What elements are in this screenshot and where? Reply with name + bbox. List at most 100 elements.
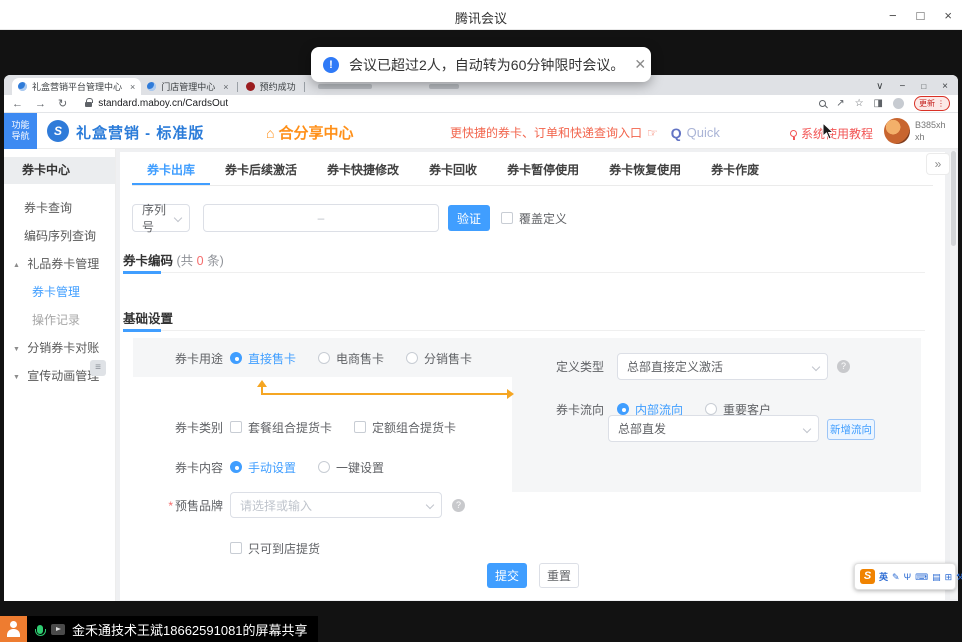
checkbox-store-pickup-only[interactable] (230, 542, 242, 554)
tab-card-activate[interactable]: 券卡后续激活 (210, 156, 312, 185)
sidebar-item-card-mgmt[interactable]: 券卡管理 (4, 278, 115, 306)
browser-minimize-icon[interactable]: − (899, 81, 905, 92)
toast-message: 会议已超过2人，自动转为60分钟限时会议。 (349, 55, 624, 75)
tab-separator (304, 82, 305, 92)
chrome-update-button[interactable]: 更新 ⋮ (914, 96, 950, 111)
radio-ecommerce-sale[interactable] (318, 352, 330, 364)
webapp-page: 功能 导航 S 礼盒营销 - 标准版 ⌂ 合分享中心 更快捷的券卡、订单和快递查… (4, 113, 958, 601)
tab-card-recycle[interactable]: 券卡回收 (414, 156, 492, 185)
browser-addressbar: ← → ↻ standard.maboy.cn/CardsOut ↗ ☆ ◨ 更… (4, 95, 958, 113)
chevron-down-icon (803, 425, 811, 433)
radio-vip-customer[interactable] (705, 403, 717, 415)
zoom-icon[interactable] (819, 100, 826, 107)
tab-card-void[interactable]: 券卡作废 (696, 156, 774, 185)
browser-close-icon[interactable]: × (942, 81, 948, 92)
forward-icon[interactable]: → (35, 98, 46, 110)
keyboard-icon[interactable]: ⌨ (915, 572, 928, 582)
serial-range-input[interactable] (203, 204, 439, 232)
toolbox-icon[interactable]: ⚒ (956, 572, 962, 582)
url-text[interactable]: standard.maboy.cn/CardsOut (98, 98, 228, 109)
bulb-icon (790, 130, 797, 137)
tab-close-icon[interactable]: × (130, 82, 135, 92)
quick-entry-link[interactable]: 更快捷的券卡、订单和快递查询入口 ☞ Q Quick (450, 124, 720, 141)
triangle-up-icon: ▲ (13, 252, 20, 280)
sidebar-collapse-handle[interactable]: ≡ (90, 360, 106, 376)
bookmark-star-icon[interactable]: ☆ (855, 98, 864, 109)
define-type-select[interactable]: 总部直接定义激活 (617, 353, 828, 380)
reload-icon[interactable]: ↻ (58, 97, 67, 110)
serial-input-row: 序列号 验证 覆盖定义 (132, 204, 567, 232)
tab-search-icon[interactable]: ∨ (876, 81, 883, 92)
triangle-down-icon: ▼ (13, 364, 20, 392)
tab-label: 礼盒营销平台管理中心 (32, 80, 122, 93)
tab-card-resume[interactable]: 券卡恢复使用 (594, 156, 696, 185)
active-indicator (123, 329, 161, 332)
help-icon[interactable]: ? (837, 360, 850, 373)
voice-input-icon[interactable]: Ψ (904, 572, 912, 582)
required-asterisk: * (168, 499, 173, 513)
tab-card-outbound[interactable]: 券卡出库 (132, 156, 210, 185)
minimize-icon[interactable]: − (889, 8, 897, 23)
help-icon[interactable]: ? (452, 499, 465, 512)
radio-one-click-setup[interactable] (318, 461, 330, 473)
checkbox-combo-pickup-card[interactable] (230, 421, 242, 433)
sidebar-item-code-sequence-query[interactable]: 编码序列查询 (4, 222, 115, 250)
sidebar-group-gift-card-mgmt[interactable]: ▲ 礼品券卡管理 (4, 250, 115, 278)
reset-button[interactable]: 重置 (539, 563, 579, 588)
toast-close-icon[interactable]: ✕ (634, 56, 646, 73)
sidebar-group-distribution-reconcile[interactable]: ▼ 分销券卡对账 (4, 334, 115, 362)
add-flow-button[interactable]: 新增流向 (827, 419, 875, 440)
tab-card-suspend[interactable]: 券卡暂停使用 (492, 156, 594, 185)
browser-tab-2[interactable]: 门店管理中心 × (141, 78, 234, 95)
browser-tab-1[interactable]: 礼盒营销平台管理中心 × (12, 78, 141, 95)
browser-maximize-icon[interactable]: □ (921, 82, 926, 91)
share-center-link[interactable]: ⌂ 合分享中心 (266, 122, 353, 143)
form-footer: 提交 重置 (487, 563, 579, 588)
flow-select[interactable]: 总部直发 (608, 415, 819, 442)
tab-card-quick-edit[interactable]: 券卡快捷修改 (312, 156, 414, 185)
sidebar-item-operation-log[interactable]: 操作记录 (4, 306, 115, 334)
split-view-icon[interactable]: ◨ (874, 98, 883, 109)
serial-type-select[interactable]: 序列号 (132, 204, 190, 232)
overwrite-checkbox[interactable] (501, 212, 513, 224)
back-icon[interactable]: ← (12, 98, 23, 110)
settings-section-title: 基础设置 (123, 308, 173, 327)
browser-tab-3[interactable]: 预约成功 (240, 78, 302, 95)
tab-close-icon[interactable]: × (223, 82, 228, 92)
radio-direct-sale[interactable] (230, 352, 242, 364)
handwriting-icon[interactable]: ✎ (892, 572, 900, 582)
profile-avatar[interactable] (893, 98, 904, 109)
sidebar-item-card-query[interactable]: 券卡查询 (4, 194, 115, 222)
section-divider (123, 271, 925, 274)
ime-language-toggle[interactable]: 英 (879, 572, 888, 582)
category-row: 券卡类别 套餐组合提货卡 定额组合提货卡 (133, 417, 478, 437)
presale-brand-select[interactable]: 请选择或输入 (230, 492, 442, 518)
connector-arrowhead-right (507, 389, 514, 399)
close-icon[interactable]: × (944, 8, 952, 23)
radio-distribution-sale[interactable] (406, 352, 418, 364)
tab-separator (237, 82, 238, 92)
tab-label-blurred (318, 84, 372, 89)
page-scrollbar[interactable] (950, 151, 957, 599)
user-avatar[interactable] (884, 118, 910, 144)
expand-more-button[interactable]: » (926, 153, 950, 175)
skin-icon[interactable]: ▤ (932, 572, 941, 582)
submit-button[interactable]: 提交 (487, 563, 527, 588)
app-header: 功能 导航 S 礼盒营销 - 标准版 ⌂ 合分享中心 更快捷的券卡、订单和快递查… (4, 113, 958, 149)
maximize-icon[interactable]: □ (917, 8, 925, 23)
apps-grid-icon[interactable]: ⊞ (945, 572, 953, 582)
nav-toggle-button[interactable]: 功能 导航 (4, 113, 37, 149)
share-icon[interactable]: ↗ (836, 98, 844, 109)
ime-toolbar: S 英 ✎ Ψ ⌨ ▤ ⊞ ⚒ (854, 563, 956, 590)
connector-line-horizontal (261, 393, 507, 395)
lock-icon[interactable] (85, 102, 92, 107)
sogou-logo-icon[interactable]: S (860, 569, 875, 584)
checkbox-fixed-combo-pickup-card[interactable] (354, 421, 366, 433)
scrollbar-thumb[interactable] (951, 151, 956, 246)
tab-label: 预约成功 (260, 80, 296, 93)
meeting-toast: ! 会议已超过2人，自动转为60分钟限时会议。 ✕ (311, 47, 651, 82)
meeting-title: 腾讯会议 (0, 8, 962, 27)
radio-manual-setup[interactable] (230, 461, 242, 473)
radio-internal-flow[interactable] (617, 403, 629, 415)
verify-button[interactable]: 验证 (448, 205, 490, 231)
